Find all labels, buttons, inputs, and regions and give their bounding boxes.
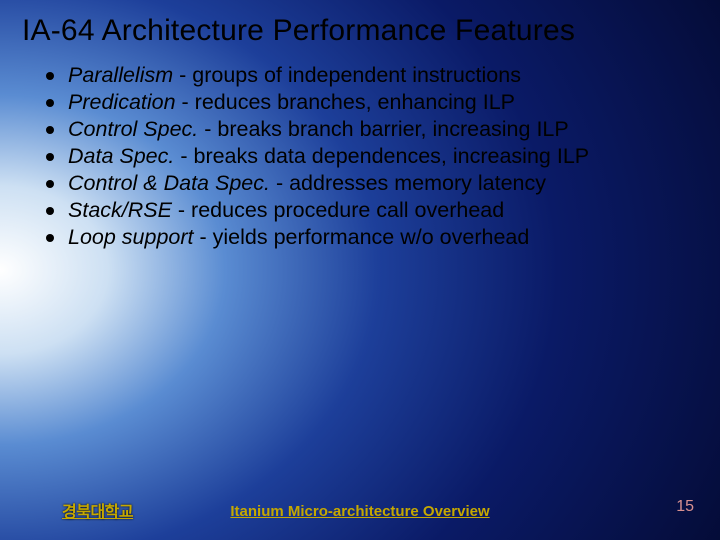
bullet-term: Loop support bbox=[68, 225, 194, 249]
bullet-term: Control Spec. bbox=[68, 117, 198, 141]
list-item: Stack/RSE - reduces procedure call overh… bbox=[42, 197, 696, 224]
slide-title: IA-64 Architecture Performance Features bbox=[22, 14, 706, 48]
bullet-term: Control & Data Spec. bbox=[68, 171, 270, 195]
bullet-desc: - reduces procedure call overhead bbox=[172, 198, 504, 222]
bullet-term: Data Spec. bbox=[68, 144, 174, 168]
footer: 경북대학교 Itanium Micro-architecture Overvie… bbox=[0, 494, 720, 522]
list-item: Predication - reduces branches, enhancin… bbox=[42, 89, 696, 116]
list-item: Loop support - yields performance w/o ov… bbox=[42, 224, 696, 251]
list-item: Data Spec. - breaks data dependences, in… bbox=[42, 143, 696, 170]
list-item: Control Spec. - breaks branch barrier, i… bbox=[42, 116, 696, 143]
bullet-list: Parallelism - groups of independent inst… bbox=[42, 62, 696, 251]
bullet-desc: - breaks data dependences, increasing IL… bbox=[174, 144, 589, 168]
bullet-term: Stack/RSE bbox=[68, 198, 172, 222]
bullet-term: Predication bbox=[68, 90, 176, 114]
list-item: Control & Data Spec. - addresses memory … bbox=[42, 170, 696, 197]
list-item: Parallelism - groups of independent inst… bbox=[42, 62, 696, 89]
footer-center: Itanium Micro-architecture Overview bbox=[0, 503, 720, 520]
page-number: 15 bbox=[676, 498, 694, 516]
bullet-desc: - yields performance w/o overhead bbox=[194, 225, 530, 249]
slide: IA-64 Architecture Performance Features … bbox=[0, 0, 720, 540]
bullet-desc: - reduces branches, enhancing ILP bbox=[176, 90, 515, 114]
bullet-desc: - breaks branch barrier, increasing ILP bbox=[198, 117, 568, 141]
bullet-desc: - addresses memory latency bbox=[270, 171, 546, 195]
bullet-desc: - groups of independent instructions bbox=[173, 63, 521, 87]
bullet-term: Parallelism bbox=[68, 63, 173, 87]
